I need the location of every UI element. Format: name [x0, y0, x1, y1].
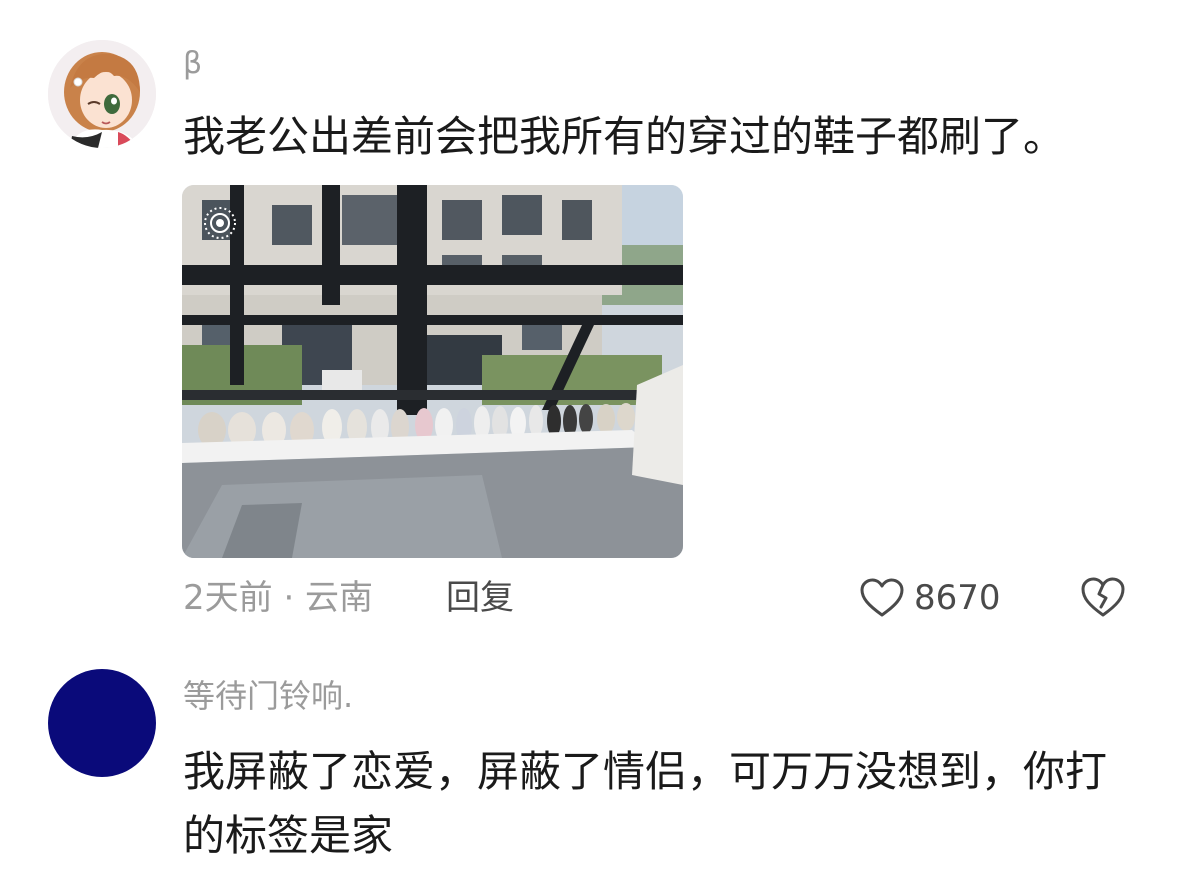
comment-username[interactable]: β [183, 46, 202, 82]
shoes-on-windowsill-image [182, 185, 683, 558]
dislike-button[interactable] [1080, 576, 1126, 618]
avatar[interactable] [48, 40, 156, 148]
comment-username[interactable]: 等待门铃响. [183, 676, 353, 716]
comment-text: 我屏蔽了恋爱，屏蔽了情侣，可万万没想到，你打的标签是家 [183, 747, 1108, 860]
comment-text: 我老公出差前会把我所有的穿过的鞋子都刷了。 [183, 112, 1066, 161]
avatar[interactable] [48, 669, 156, 777]
anime-girl-avatar-image [48, 40, 156, 148]
reply-button[interactable]: 回复 [446, 576, 514, 620]
like-button[interactable]: 8670 [860, 574, 1001, 622]
comment-time-location: 2天前 · 云南 [183, 578, 374, 618]
like-count: 8670 [914, 578, 1001, 618]
broken-heart-icon [1081, 577, 1125, 617]
heart-outline-icon [860, 578, 904, 617]
comment-photo[interactable] [182, 185, 683, 558]
